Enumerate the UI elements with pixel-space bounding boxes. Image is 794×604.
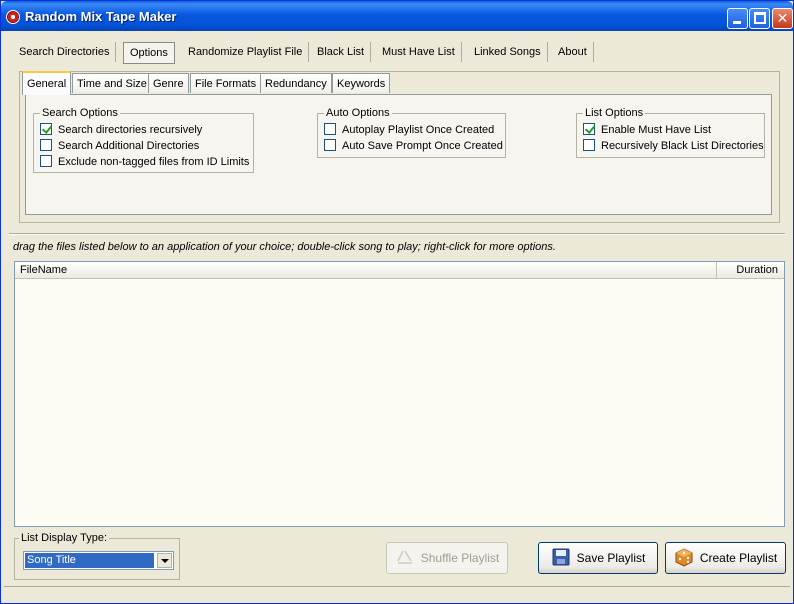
search-additional-option[interactable]: Search Additional Directories bbox=[40, 139, 199, 153]
auto-save-label: Auto Save Prompt Once Created bbox=[342, 140, 503, 152]
auto-options-legend: Auto Options bbox=[324, 107, 392, 119]
maximize-icon bbox=[754, 12, 766, 24]
list-options-legend: List Options bbox=[583, 107, 646, 119]
list-display-type-legend: List Display Type: bbox=[19, 532, 110, 544]
search-recursive-checkbox[interactable] bbox=[40, 123, 52, 135]
subtab-genre[interactable]: Genre bbox=[148, 73, 189, 93]
subtab-general[interactable]: General bbox=[22, 71, 72, 95]
exclude-nontagged-checkbox[interactable] bbox=[40, 155, 52, 167]
search-recursive-label: Search directories recursively bbox=[58, 124, 203, 136]
close-icon: ✕ bbox=[776, 10, 789, 26]
main-window: Random Mix Tape Maker ✕ Search Directori… bbox=[0, 0, 794, 604]
search-additional-checkbox[interactable] bbox=[40, 139, 52, 151]
tab-linked-songs[interactable]: Linked Songs bbox=[468, 39, 548, 65]
auto-options-group: Auto Options Autoplay Playlist Once Crea… bbox=[317, 107, 506, 158]
column-duration[interactable]: Duration bbox=[716, 262, 784, 278]
list-display-type-select[interactable]: Song Title bbox=[23, 551, 174, 570]
list-options-group: List Options Enable Must Have List Recur… bbox=[576, 107, 765, 158]
file-list[interactable]: FileName Duration bbox=[14, 261, 785, 527]
window-title: Random Mix Tape Maker bbox=[25, 9, 177, 24]
must-have-label: Enable Must Have List bbox=[601, 124, 712, 136]
search-options-legend: Search Options bbox=[40, 107, 120, 119]
shuffle-playlist-button[interactable]: Shuffle Playlist bbox=[386, 542, 508, 574]
search-options-group: Search Options Search directories recurs… bbox=[33, 107, 254, 173]
instructions-text: drag the files listed below to an applic… bbox=[13, 241, 556, 253]
file-list-header: FileName Duration bbox=[15, 262, 784, 279]
subtab-file-formats[interactable]: File Formats bbox=[190, 73, 262, 93]
section-divider bbox=[9, 233, 785, 235]
recursive-blacklist-option[interactable]: Recursively Black List Directories bbox=[583, 139, 764, 153]
tab-randomize-playlist-file[interactable]: Randomize Playlist File bbox=[182, 39, 310, 65]
must-have-checkbox[interactable] bbox=[583, 123, 595, 135]
save-playlist-label: Save Playlist bbox=[576, 551, 646, 565]
column-filename[interactable]: FileName bbox=[20, 264, 67, 276]
must-have-option[interactable]: Enable Must Have List bbox=[583, 123, 711, 137]
app-icon bbox=[6, 10, 20, 24]
close-button[interactable]: ✕ bbox=[772, 8, 793, 29]
subtab-redundancy[interactable]: Redundancy bbox=[260, 73, 332, 93]
tab-options[interactable]: Options bbox=[123, 42, 175, 64]
search-recursive-option[interactable]: Search directories recursively bbox=[40, 123, 202, 137]
minimize-button[interactable] bbox=[727, 8, 748, 29]
tab-must-have-list[interactable]: Must Have List bbox=[376, 39, 462, 65]
autoplay-option[interactable]: Autoplay Playlist Once Created bbox=[324, 123, 494, 137]
dice-icon bbox=[675, 548, 693, 567]
chevron-down-icon[interactable] bbox=[157, 553, 172, 568]
shuffle-playlist-label: Shuffle Playlist bbox=[420, 551, 500, 565]
create-playlist-button[interactable]: Create Playlist bbox=[665, 542, 786, 574]
list-display-type-group: List Display Type: Song Title bbox=[14, 532, 180, 580]
autoplay-checkbox[interactable] bbox=[324, 123, 336, 135]
floppy-disk-icon bbox=[552, 548, 570, 566]
maximize-button[interactable] bbox=[749, 8, 770, 29]
tab-search-directories[interactable]: Search Directories bbox=[13, 39, 117, 65]
create-playlist-label: Create Playlist bbox=[699, 551, 778, 565]
title-bar[interactable]: Random Mix Tape Maker ✕ bbox=[1, 1, 793, 31]
exclude-nontagged-option[interactable]: Exclude non-tagged files from ID Limits bbox=[40, 155, 249, 169]
exclude-nontagged-label: Exclude non-tagged files from ID Limits bbox=[58, 156, 250, 168]
subtab-time-and-size[interactable]: Time and Size bbox=[72, 73, 152, 93]
recursive-blacklist-label: Recursively Black List Directories bbox=[601, 140, 764, 152]
list-display-type-value: Song Title bbox=[25, 553, 154, 568]
search-additional-label: Search Additional Directories bbox=[58, 140, 200, 152]
minimize-icon bbox=[733, 21, 741, 24]
recursive-blacklist-checkbox[interactable] bbox=[583, 139, 595, 151]
shuffle-icon bbox=[397, 550, 412, 564]
tab-black-list[interactable]: Black List bbox=[311, 39, 372, 65]
auto-save-checkbox[interactable] bbox=[324, 139, 336, 151]
auto-save-option[interactable]: Auto Save Prompt Once Created bbox=[324, 139, 503, 153]
subtab-keywords[interactable]: Keywords bbox=[332, 73, 391, 93]
general-tab-panel: Search Options Search directories recurs… bbox=[25, 94, 772, 215]
status-bar bbox=[4, 586, 790, 602]
autoplay-label: Autoplay Playlist Once Created bbox=[342, 124, 495, 136]
save-playlist-button[interactable]: Save Playlist bbox=[538, 542, 658, 574]
tab-about[interactable]: About bbox=[552, 39, 594, 65]
